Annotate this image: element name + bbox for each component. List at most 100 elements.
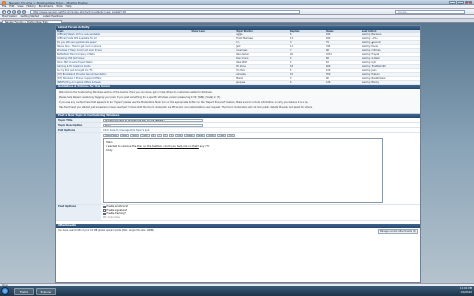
row-starter: C:\ xyxy=(236,41,240,44)
row-show xyxy=(190,81,235,84)
tool-fonts[interactable]: Fonts xyxy=(119,133,130,138)
row-replies: 11 xyxy=(290,45,293,48)
manage-attachments-button[interactable]: Manage Current Attachments (0) xyxy=(377,228,418,234)
url-bar[interactable]: http://www.neowin.net/forum/index.php?ac… xyxy=(30,10,300,14)
row-last-action[interactable]: Last by: Frayed xyxy=(361,53,420,56)
row-last-action[interactable]: Last by: NeoWinUser xyxy=(361,77,420,80)
editor-row: Closed Tags Fonts Sizes Color B I U S Li… xyxy=(56,133,420,205)
menu-view[interactable]: View xyxy=(17,5,23,8)
quote-icon[interactable]: Quote xyxy=(206,133,217,138)
strike-icon[interactable]: S xyxy=(169,133,175,138)
taskbar: Firefox Explorer 11:01 PM 1/4/2010 xyxy=(0,286,474,296)
row-last-action[interactable]: Last by: tlouie xyxy=(361,45,420,48)
bookmark-most-visited[interactable]: Most Visited xyxy=(2,15,17,18)
row-topic[interactable]: [Official] Vista SP2 available for all xyxy=(56,37,190,40)
menu-bookmarks[interactable]: Bookmarks xyxy=(39,5,54,8)
row-starter: aggie xyxy=(236,33,243,36)
link-icon[interactable]: Link xyxy=(175,133,184,138)
guideline-paragraph: Please help Neowin readers by tagging yo… xyxy=(59,96,221,100)
stop-icon[interactable]: × xyxy=(17,10,21,14)
row-starter: Amoeba xyxy=(236,73,246,76)
row-topic[interactable]: So my PC2 just brought me 'F1' xyxy=(56,69,190,72)
checkbox-icon[interactable] xyxy=(103,209,106,212)
attachments-row: You have used 0 KB of your 10 MB global … xyxy=(56,228,420,235)
underline-icon[interactable]: U xyxy=(162,133,169,138)
list-icon[interactable]: List xyxy=(227,133,235,138)
row-last-action[interactable]: Last by: G-Rash xyxy=(361,57,420,60)
row-topic[interactable]: [Official] Steam 10.5 is now available xyxy=(56,33,190,36)
menu-help[interactable]: Help xyxy=(66,5,72,8)
forward-icon[interactable]: ▶ xyxy=(7,10,11,14)
row-topic[interactable]: Windows 7 Help: Could not scan drives xyxy=(56,49,190,52)
row-topic[interactable]: [OT] Broadband Provider Recommendation xyxy=(56,73,190,76)
italic-icon[interactable]: I xyxy=(156,133,162,138)
row-topic[interactable]: Do you still use sysinternals apps? xyxy=(56,41,190,44)
bookmark-getting-started[interactable]: Getting Started xyxy=(21,15,39,18)
menu-edit[interactable]: Edit xyxy=(9,5,14,8)
taskbar-firefox[interactable]: Firefox xyxy=(14,287,34,295)
post-body-editor[interactable]: Hello I wanted to remove the Run on the … xyxy=(103,138,383,204)
row-last-action[interactable]: Last by: Blocky xyxy=(361,81,420,84)
tab-posting-new-topic[interactable]: Neowin Forums > Posting New Topic xyxy=(2,19,62,23)
row-last-action[interactable]: Last by: m4Ursa xyxy=(361,49,420,52)
search-input[interactable]: Google xyxy=(395,10,465,14)
row-last-action[interactable]: Last by: ~Ed~ xyxy=(361,37,420,40)
maximize-icon[interactable]: □ xyxy=(457,0,464,4)
tool-closed-tags[interactable]: Closed Tags xyxy=(103,133,119,138)
row-last-action[interactable]: Last by: TrueMan100 xyxy=(361,65,420,68)
firefox-icon xyxy=(2,0,6,5)
guideline-paragraph: If you see any content here that appears… xyxy=(59,101,309,105)
row-topic[interactable]: [NEWS] Buy Air Laptop Offers & Deals xyxy=(56,81,190,84)
row-starter: Zero Kelvin xyxy=(236,53,250,56)
bold-icon[interactable]: B xyxy=(150,133,156,138)
minimize-icon[interactable]: – xyxy=(449,0,456,4)
tool-sizes[interactable]: Sizes xyxy=(130,133,140,138)
row-last-action[interactable]: Last by: Jean xyxy=(361,69,420,72)
row-show xyxy=(190,65,235,68)
start-button[interactable] xyxy=(1,287,9,295)
image-icon[interactable]: Image xyxy=(184,133,195,138)
row-views: 89 xyxy=(325,57,329,60)
code-icon[interactable]: Code xyxy=(217,133,227,138)
row-last-action[interactable]: Last by: ▲Aurum xyxy=(361,41,420,44)
window-controls: – □ × xyxy=(449,0,472,4)
topic-title-input[interactable]: Is there any way to remove the Run on th… xyxy=(103,118,203,122)
row-last-action[interactable]: Last by: Cyb xyxy=(361,61,420,64)
row-starter: Jerk xyxy=(236,45,241,48)
row-topic[interactable]: Battlefield: Bad Company 2 Beta xyxy=(56,53,190,56)
checkbox-icon[interactable] xyxy=(103,205,106,209)
topic-desc-input[interactable]: Win7 xyxy=(103,123,203,127)
back-icon[interactable]: ◀ xyxy=(2,10,6,14)
post-form: Topic Title Is there any way to remove t… xyxy=(56,118,420,235)
poll-link[interactable]: Click here to manage this topic's poll xyxy=(101,128,420,132)
checkbox-icon[interactable] xyxy=(103,212,106,216)
row-show xyxy=(190,73,235,76)
row-topic[interactable]: [OT] Windows 7 Phone: Support Offers xyxy=(56,77,190,80)
row-last-action[interactable]: Last by: Benzene xyxy=(361,33,420,36)
row-topic[interactable]: Nexus One - How to get root on phone xyxy=(56,45,190,48)
row-views: 52 xyxy=(325,61,329,64)
close-icon[interactable]: × xyxy=(465,0,472,4)
email-icon[interactable]: Email xyxy=(195,133,206,138)
row-topic[interactable]: Gaming & PC Graphics Cards xyxy=(56,65,190,68)
row-views: 98 xyxy=(325,49,329,52)
row-last-action[interactable]: Last by: Haburn xyxy=(361,73,420,76)
attachments-quota: You have used 0 KB of your 10 MB global … xyxy=(58,228,154,232)
row-topic[interactable]: Amazing CSS technique xyxy=(56,57,190,60)
reload-icon[interactable]: ↻ xyxy=(12,10,16,14)
taskbar-explorer[interactable]: Explorer xyxy=(36,287,56,295)
row-topic[interactable]: Xbox 360 Unveils Project Natal xyxy=(56,61,190,64)
menu-tools[interactable]: Tools xyxy=(56,5,62,8)
page-content: Latest Forum Activity Topic Show Less To… xyxy=(55,25,421,283)
post-icons-label: PO: Code View xyxy=(103,215,120,219)
tool-color[interactable]: Color xyxy=(140,133,150,138)
menu-history[interactable]: History xyxy=(27,5,36,8)
row-starter: PC Zone xyxy=(236,65,246,68)
row-show xyxy=(190,57,235,60)
bookmark-latest-headlines[interactable]: Latest Headlines xyxy=(43,15,63,18)
topic-title-label: Topic Title xyxy=(56,118,101,123)
guidelines-text: Welcome to the Customizing Windows secti… xyxy=(56,89,420,115)
row-show xyxy=(190,45,235,48)
home-icon[interactable]: ⌂ xyxy=(22,10,26,14)
menu-file[interactable]: File xyxy=(2,5,6,8)
